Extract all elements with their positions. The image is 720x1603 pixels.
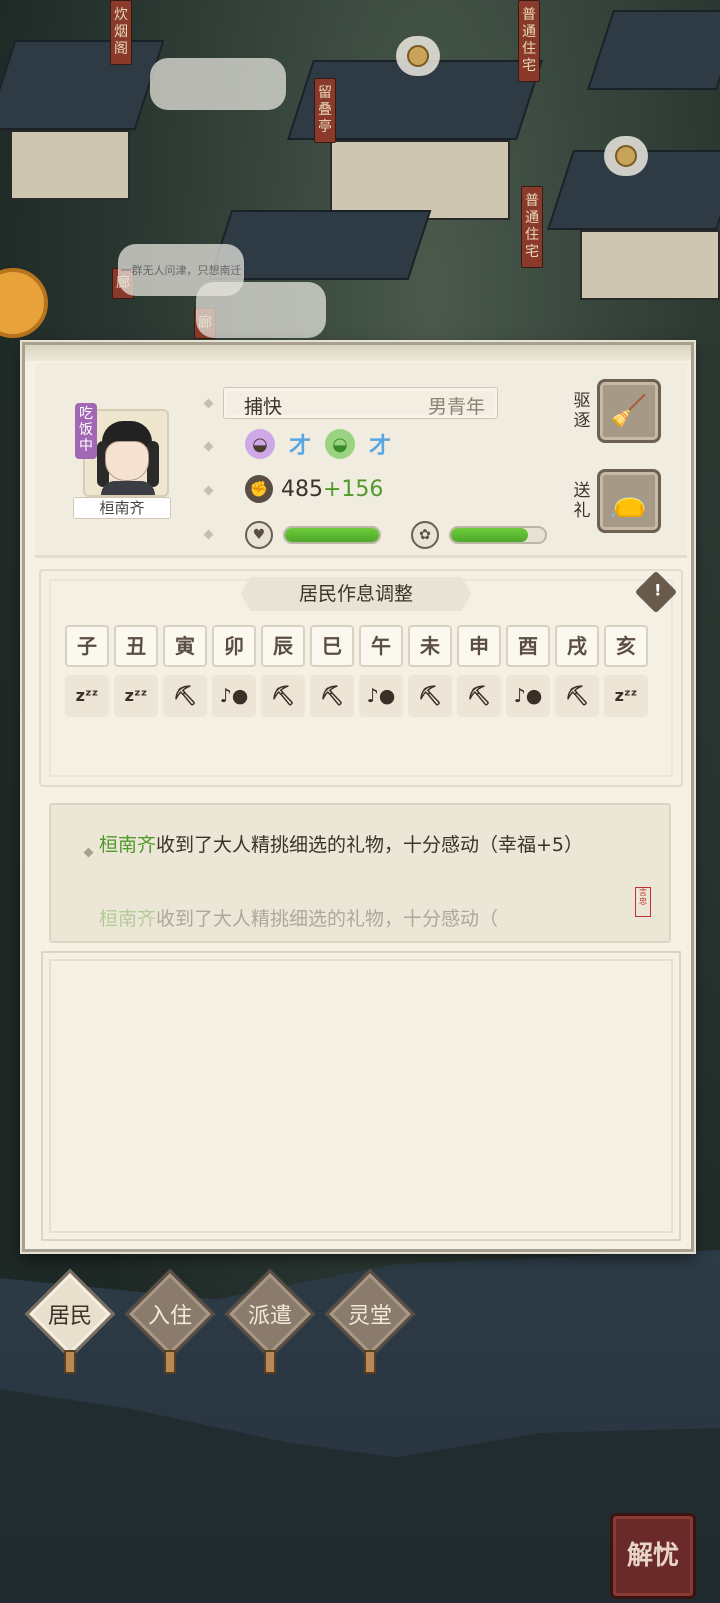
- hour-cell[interactable]: 酉: [506, 625, 550, 667]
- tab-move-in[interactable]: 入住: [124, 1268, 216, 1374]
- work-activity-icon[interactable]: ⛏: [408, 675, 452, 717]
- resident-detail-panel: 吃饭中 桓南齐 捕快 男青年 ◒ 才 ◒ 才 ✊ 485 +156 ♥ ✿ 驱逐…: [22, 342, 694, 1252]
- hour-cell[interactable]: 卯: [212, 625, 256, 667]
- leisure-activity-icon[interactable]: ♪●: [359, 675, 403, 717]
- health-bar: [283, 526, 381, 544]
- map-building-label[interactable]: 普通住宅: [518, 0, 540, 82]
- log-entry-name: 桓南齐: [99, 834, 157, 856]
- work-activity-icon[interactable]: ⛏: [310, 675, 354, 717]
- work-activity-icon[interactable]: ⛏: [555, 675, 599, 717]
- building-wall: [580, 230, 720, 300]
- work-activity-icon[interactable]: ⛏: [163, 675, 207, 717]
- gift-bag-icon: 👝: [610, 483, 648, 519]
- map-building-label[interactable]: 留叠亭: [314, 78, 336, 143]
- status-bars: ♥ ✿: [245, 521, 547, 549]
- coin-bubble-icon[interactable]: [604, 136, 648, 176]
- work-activity-icon[interactable]: ⛏: [261, 675, 305, 717]
- power-bonus: +156: [323, 476, 384, 502]
- schedule-panel: 居民作息调整 ! 子丑寅卯辰巳午未申酉戌亥 zᶻᶻ zᶻᶻ ⛏ ♪● ⛏ ⛏ ♪● ⛏ ⛏ ♪● ⛏ z…: [39, 569, 683, 787]
- happiness-icon: ✿: [411, 521, 439, 549]
- work-activity-icon[interactable]: ⛏: [457, 675, 501, 717]
- hour-cell[interactable]: 丑: [114, 625, 158, 667]
- bullet-dot: [203, 398, 214, 409]
- hour-cell[interactable]: 辰: [261, 625, 305, 667]
- talent-text: 才: [289, 434, 312, 459]
- event-log[interactable]: 桓南齐收到了大人精挑细选的礼物，十分感动（幸福+5） 桓南齐收到了大人精挑细选的…: [49, 803, 671, 943]
- resident-name: 桓南齐: [73, 497, 171, 519]
- sleep-activity-icon[interactable]: zᶻᶻ: [604, 675, 648, 717]
- gift-label: 送礼: [573, 481, 591, 521]
- schedule-grid: 子丑寅卯辰巳午未申酉戌亥 zᶻᶻ zᶻᶻ ⛏ ♪● ⛏ ⛏ ♪● ⛏ ⛏ ♪● ⛏ zᶻᶻ: [65, 625, 648, 717]
- tab-label: 灵堂: [347, 1304, 392, 1329]
- warning-icon[interactable]: !: [634, 570, 678, 614]
- building-roof: [0, 40, 165, 130]
- relieve-worries-button[interactable]: 解忧: [610, 1513, 696, 1599]
- panel-top-trim: [25, 345, 691, 361]
- map-building-label[interactable]: 炊烟阁: [110, 0, 132, 65]
- muscle-icon: ✊: [245, 475, 273, 503]
- hour-cell[interactable]: 子: [65, 625, 109, 667]
- content-area: [41, 951, 681, 1241]
- gold-coin-icon[interactable]: [0, 268, 48, 338]
- hour-cell[interactable]: 午: [359, 625, 403, 667]
- sleep-activity-icon[interactable]: zᶻᶻ: [114, 675, 158, 717]
- log-entry-text: 收到了大人精挑细选的礼物，十分感动（: [156, 908, 499, 930]
- hour-cell[interactable]: 巳: [310, 625, 354, 667]
- building-roof: [587, 10, 720, 90]
- job-title: 捕快: [244, 396, 283, 418]
- power-value: 485: [281, 476, 323, 502]
- tab-label: 居民: [47, 1304, 92, 1329]
- bullet-dot: [203, 529, 214, 540]
- red-seal-stamp: 言忠: [635, 887, 651, 917]
- evict-label: 驱逐: [573, 391, 591, 431]
- resident-portrait-card[interactable]: 吃饭中 桓南齐: [73, 403, 175, 519]
- demographic-label: 男青年: [427, 396, 485, 418]
- resident-speech-bubble: [150, 58, 286, 110]
- bullet-dot: [203, 441, 214, 452]
- log-entry: 桓南齐收到了大人精挑细选的礼物，十分感动（幸福+5）: [99, 833, 609, 858]
- gift-action[interactable]: 送礼 👝: [571, 469, 661, 533]
- resident-speech-bubble: [196, 282, 326, 338]
- log-entry: 桓南齐收到了大人精挑细选的礼物，十分感动（: [99, 907, 609, 932]
- leisure-activity-icon[interactable]: ♪●: [212, 675, 256, 717]
- tab-label: 入住: [147, 1304, 192, 1329]
- happiness-bar: [449, 526, 547, 544]
- resident-header: 吃饭中 桓南齐 捕快 男青年 ◒ 才 ◒ 才 ✊ 485 +156 ♥ ✿ 驱逐…: [35, 363, 687, 558]
- job-field: 捕快 男青年: [223, 387, 498, 419]
- hour-cell[interactable]: 未: [408, 625, 452, 667]
- talent-row: ◒ 才 ◒ 才: [245, 427, 391, 461]
- bullet-dot: [203, 485, 214, 496]
- tab-label: 派遣: [247, 1304, 292, 1329]
- log-entry-text: 收到了大人精挑细选的礼物，十分感动（幸福+5）: [156, 834, 584, 856]
- talent-text: 才: [369, 434, 392, 459]
- hour-cell[interactable]: 亥: [604, 625, 648, 667]
- map-building-label[interactable]: 普通住宅: [521, 186, 543, 268]
- building-wall: [10, 130, 130, 200]
- gift-button[interactable]: 👝: [597, 469, 661, 533]
- hour-cell[interactable]: 戌: [555, 625, 599, 667]
- green-talent-icon[interactable]: ◒: [325, 429, 356, 459]
- hour-cell[interactable]: 申: [457, 625, 501, 667]
- broom-icon: 🧹: [610, 393, 648, 429]
- sleep-activity-icon[interactable]: zᶻᶻ: [65, 675, 109, 717]
- hour-cell[interactable]: 寅: [163, 625, 207, 667]
- evict-action[interactable]: 驱逐 🧹: [571, 379, 661, 443]
- tab-memorial-hall[interactable]: 灵堂: [324, 1268, 416, 1374]
- power-stat: ✊ 485 +156: [245, 475, 383, 503]
- log-bullet-icon: [83, 847, 94, 858]
- tab-dispatch[interactable]: 派遣: [224, 1268, 316, 1374]
- heart-icon: ♥: [245, 521, 273, 549]
- building-wall: [330, 140, 510, 220]
- schedule-title: 居民作息调整: [241, 577, 471, 611]
- evict-button[interactable]: 🧹: [597, 379, 661, 443]
- leisure-activity-icon[interactable]: ♪●: [506, 675, 550, 717]
- status-badge: 吃饭中: [75, 403, 97, 459]
- coin-bubble-icon[interactable]: [396, 36, 440, 76]
- tab-residents[interactable]: 居民: [24, 1268, 116, 1374]
- purple-talent-icon[interactable]: ◒: [245, 429, 275, 459]
- log-entry-name: 桓南齐: [99, 908, 157, 930]
